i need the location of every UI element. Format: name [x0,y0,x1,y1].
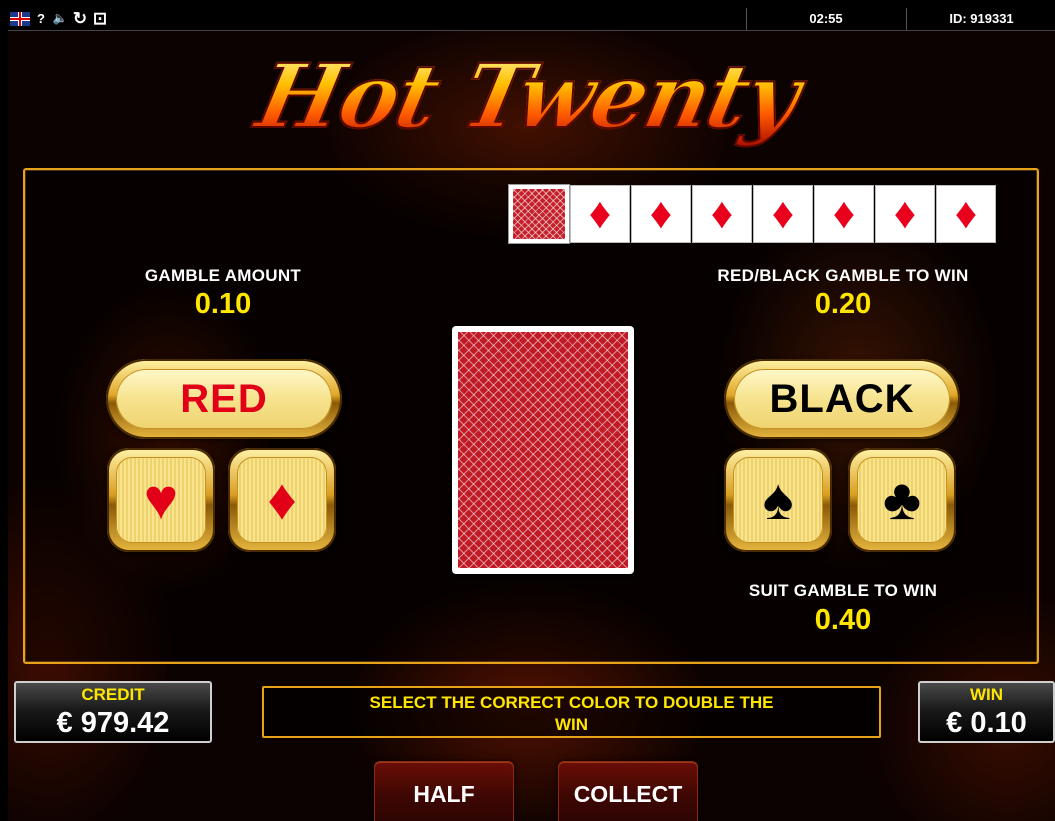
sound-icon[interactable]: 🔈 [50,10,70,27]
message-box: SELECT THE CORRECT COLOR TO DOUBLE THE W… [262,686,881,738]
red-black-win-value: 0.20 [814,288,872,320]
collect-button[interactable]: COLLECT [558,761,698,821]
gamble-amount-value: 0.10 [194,288,252,320]
suit-win-label: SUIT GAMBLE TO WIN [748,581,938,600]
club-button[interactable]: ♣ [848,448,956,552]
red-black-win-label: RED/BLACK GAMBLE TO WIN [717,266,969,285]
diamond-icon: ♦ [954,189,978,238]
suit-win-value: 0.40 [814,604,872,636]
gamble-amount-label: GAMBLE AMOUNT [144,266,302,285]
heart-button[interactable]: ♥ [107,448,215,552]
credit-value: € 979.42 [56,707,170,739]
help-icon[interactable]: ? [34,10,48,27]
refresh-icon[interactable]: ↻ [70,10,90,27]
win-value: € 0.10 [946,707,1027,739]
history-card-diamond: ♦ [753,185,813,243]
game-title-logo: Hot Twenty [235,36,821,156]
win-display: WIN € 0.10 [918,681,1055,743]
diamond-icon: ♦ [832,189,856,238]
clock: 02:55 [809,11,843,26]
diamond-icon: ♦ [649,189,673,238]
game-id: ID: 919331 [949,11,1014,26]
spade-button[interactable]: ♠ [724,448,832,552]
history-card-diamond: ♦ [570,185,630,243]
card-history: ♦ ♦ ♦ ♦ ♦ ♦ ♦ [508,184,996,244]
diamond-icon: ♦ [771,189,795,238]
credit-label: CREDIT [81,685,145,704]
card-back-pattern [458,332,628,568]
diamond-icon: ♦ [588,189,612,238]
history-card-diamond: ♦ [875,185,935,243]
diamond-icon: ♦ [710,189,734,238]
credit-display: CREDIT € 979.42 [14,681,212,743]
diamond-button[interactable]: ♦ [228,448,336,552]
history-card-back [508,184,570,244]
red-button-label: RED [116,369,332,429]
half-button[interactable]: HALF [374,761,514,821]
diamond-icon: ♦ [237,457,327,543]
diamond-icon: ♦ [893,189,917,238]
heart-icon: ♥ [116,457,206,543]
history-card-diamond: ♦ [814,185,874,243]
gamble-card-back [452,326,634,574]
club-icon: ♣ [857,457,947,543]
top-status-bar: ? 🔈 ↻ ⊡ 02:55 ID: 919331 [8,8,1055,31]
game-frame: ? 🔈 ↻ ⊡ 02:55 ID: 919331 Hot Twenty ♦ ♦ … [8,8,1055,821]
win-label: WIN [969,685,1004,704]
history-card-diamond: ♦ [631,185,691,243]
red-button[interactable]: RED [106,359,342,439]
history-card-diamond: ♦ [936,185,996,243]
uk-flag-icon[interactable] [10,12,30,26]
divider [906,8,907,30]
black-button[interactable]: BLACK [724,359,960,439]
black-button-label: BLACK [734,369,950,429]
spade-icon: ♠ [733,457,823,543]
history-card-diamond: ♦ [692,185,752,243]
fullscreen-icon[interactable]: ⊡ [90,10,110,27]
